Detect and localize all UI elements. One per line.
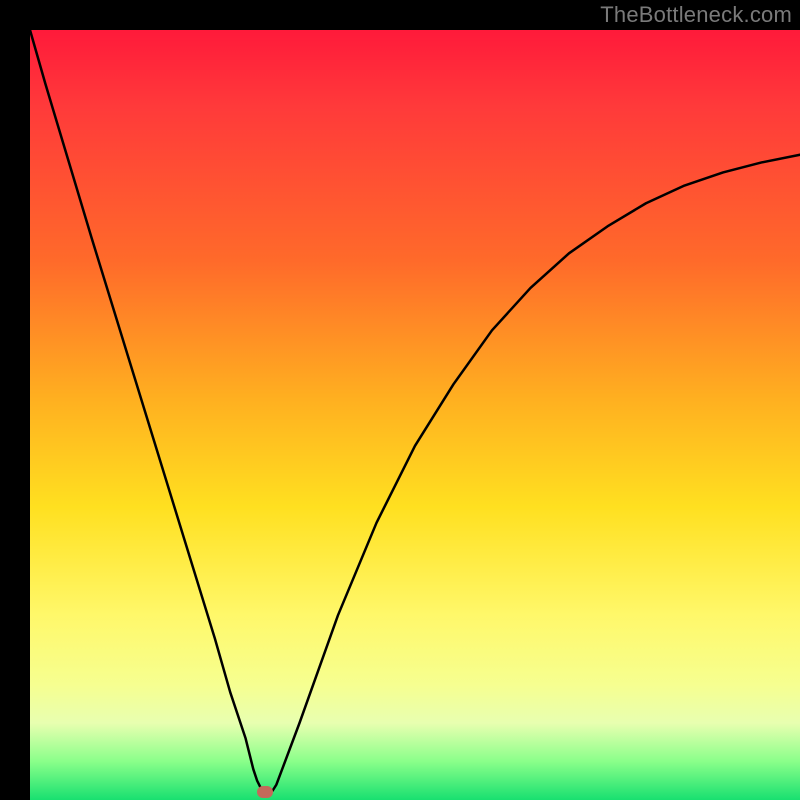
optimal-point-marker <box>257 786 273 798</box>
curve-svg <box>30 30 800 800</box>
bottleneck-curve <box>30 30 800 792</box>
chart-frame: TheBottleneck.com <box>0 0 800 800</box>
watermark-text: TheBottleneck.com <box>600 2 792 28</box>
plot-area <box>30 30 800 800</box>
